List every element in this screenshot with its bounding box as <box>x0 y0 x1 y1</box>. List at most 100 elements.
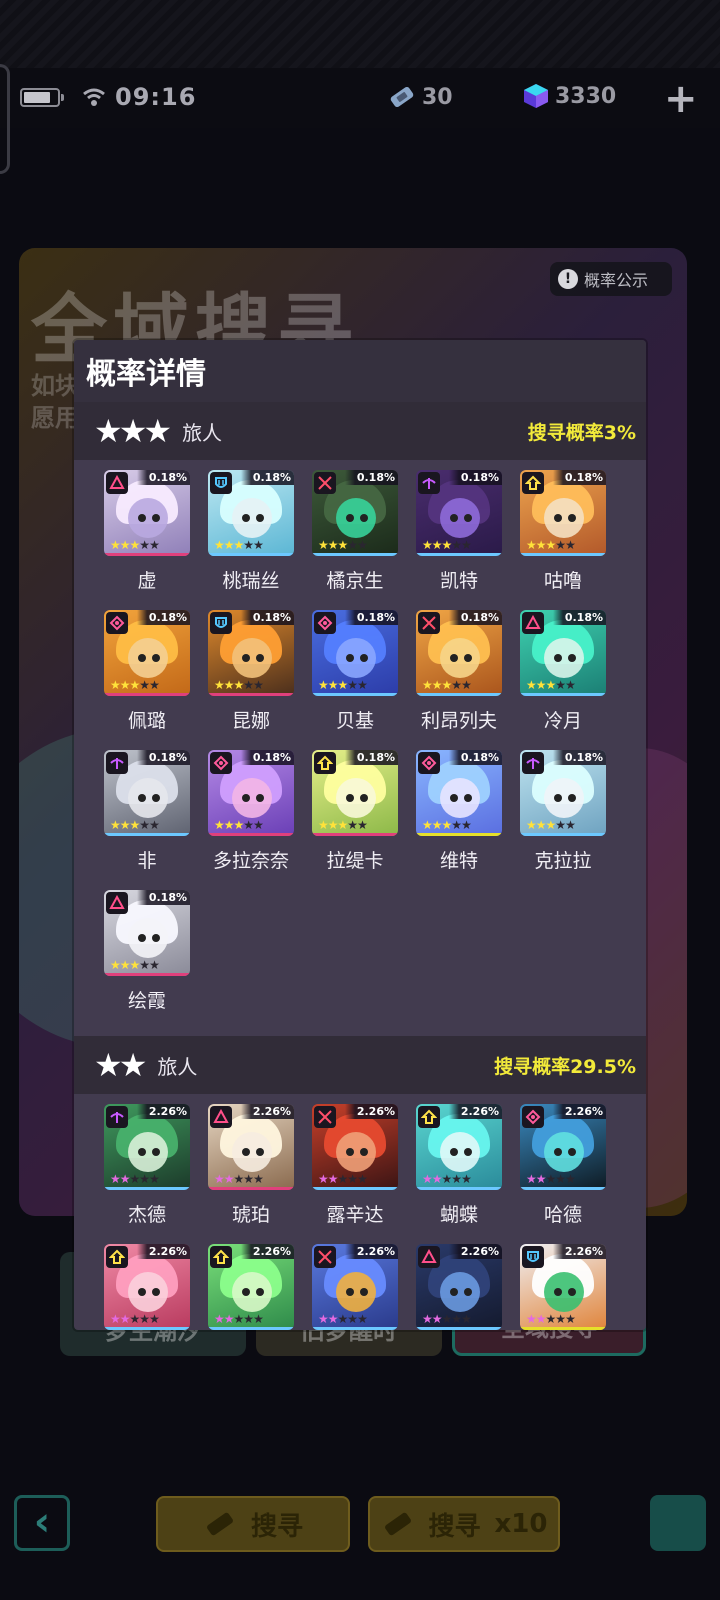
class-icon <box>210 1246 232 1268</box>
portrait-face <box>128 1132 168 1172</box>
character-portrait[interactable]: 0.18% ★★★★★ <box>208 470 294 556</box>
tier-stars: ★★★ <box>94 412 172 450</box>
character-portrait[interactable]: 0.18% ★★★★★ <box>416 750 502 836</box>
character-portrait[interactable]: 2.26% ★★★★★ <box>520 1104 606 1190</box>
clock: 09:16 <box>115 83 197 111</box>
portrait-face <box>544 778 584 818</box>
portrait-eye <box>360 1148 368 1156</box>
rarity-stars: ★★★★★ <box>422 1172 472 1186</box>
rarity-stars: ★★★★★ <box>214 1312 264 1326</box>
character-portrait[interactable]: 2.26% ★★★★★ <box>520 1244 606 1330</box>
character-portrait[interactable]: 0.18% ★★★★★ <box>208 750 294 836</box>
character-cell[interactable]: 2.26% ★★★★★ 琥珀 <box>208 1104 294 1244</box>
character-portrait[interactable]: 0.18% ★★★★★ <box>520 750 606 836</box>
character-portrait[interactable]: 0.18% ★★★★★ <box>104 890 190 976</box>
search-once-button[interactable]: 搜寻 <box>156 1496 350 1552</box>
tier-header: ★★★ 旅人 搜寻概率3% <box>74 402 646 460</box>
character-cell[interactable]: 0.18% ★★★★★ 多拉奈奈 <box>208 750 294 890</box>
class-icon <box>522 1106 544 1128</box>
search-ten-button[interactable]: 搜寻 x10 <box>368 1496 560 1552</box>
character-portrait[interactable]: 0.18% ★★★★★ <box>104 610 190 696</box>
character-portrait[interactable]: 2.26% ★★★★★ <box>104 1104 190 1190</box>
portrait-face <box>336 638 376 678</box>
back-button[interactable]: ‹ <box>14 1495 70 1551</box>
character-cell[interactable]: 2.26% ★★★★★ <box>208 1244 294 1330</box>
character-rate: 0.18% <box>136 610 190 625</box>
character-cell[interactable]: 0.18% ★★★★★ 冷月 <box>520 610 606 750</box>
character-rate: 0.18% <box>552 750 606 765</box>
class-icon <box>314 612 336 634</box>
portrait-eye <box>256 1148 264 1156</box>
portrait-eye <box>138 654 146 662</box>
character-portrait[interactable]: 0.18% ★★★★★ <box>208 610 294 696</box>
character-cell[interactable]: 2.26% ★★★★★ <box>520 1244 606 1330</box>
character-grid: 2.26% ★★★★★ 杰德 2.26% ★★★★★ 琥珀 2.26% ★★★★★ 露辛达 2.2… <box>74 1094 646 1330</box>
character-portrait[interactable]: 2.26% ★★★★★ <box>416 1244 502 1330</box>
character-portrait[interactable]: 0.18% ★★★★★ <box>312 610 398 696</box>
character-portrait[interactable]: 0.18% ★★★★★ <box>104 470 190 556</box>
character-cell[interactable]: 0.18% ★★★★★ 桃瑞丝 <box>208 470 294 610</box>
portrait-face <box>128 1272 168 1312</box>
character-portrait[interactable]: 0.18% ★★★★★ <box>312 750 398 836</box>
add-currency-button[interactable]: + <box>664 76 698 122</box>
portrait-eye <box>346 794 354 802</box>
probability-notice-button[interactable]: ! 概率公示 <box>550 262 672 296</box>
character-cell[interactable]: 0.18% ★★★★★ 贝基 <box>312 610 398 750</box>
character-name: 贝基 <box>335 710 374 732</box>
character-portrait[interactable]: 0.18% ★★★★★ <box>520 610 606 696</box>
portrait-face <box>232 1272 272 1312</box>
class-icon <box>314 1246 336 1268</box>
character-cell[interactable]: 0.18% ★★★★★ 绘霞 <box>104 890 190 1030</box>
portrait-face <box>544 638 584 678</box>
portrait-eye <box>152 654 160 662</box>
character-portrait[interactable]: 2.26% ★★★★★ <box>208 1104 294 1190</box>
portrait-face <box>232 778 272 818</box>
character-cell[interactable]: 2.26% ★★★★★ 哈德 <box>520 1104 606 1244</box>
character-portrait[interactable]: 0.18% ★★★★★ <box>104 750 190 836</box>
character-cell[interactable]: 0.18% ★★★★★ 虚 <box>104 470 190 610</box>
character-cell[interactable]: 2.26% ★★★★★ 杰德 <box>104 1104 190 1244</box>
character-cell[interactable]: 2.26% ★★★★★ <box>416 1244 502 1330</box>
side-bracket <box>0 64 10 174</box>
character-cell[interactable]: 0.18% ★★★★★ 昆娜 <box>208 610 294 750</box>
character-cell[interactable]: 0.18% ★★★★★ 凯特 <box>416 470 502 610</box>
character-cell[interactable]: 2.26% ★★★★★ <box>312 1244 398 1330</box>
character-rate: 2.26% <box>240 1244 294 1259</box>
character-cell[interactable]: 0.18% ★★★★★ 利昂列夫 <box>416 610 502 750</box>
modal-title: 概率详情 <box>86 357 206 392</box>
portrait-bar <box>520 833 606 836</box>
character-portrait[interactable]: 2.26% ★★★★★ <box>312 1104 398 1190</box>
modal-body[interactable]: ★★★ 旅人 搜寻概率3% 0.18% ★★★★★ 虚 0.18% ★★★★★ 桃瑞丝 0.18%… <box>74 402 646 1330</box>
portrait-eye <box>256 1288 264 1296</box>
crystal-currency: 3330 <box>523 83 616 109</box>
portrait-eye <box>464 1288 472 1296</box>
character-cell[interactable]: 2.26% ★★★★★ <box>104 1244 190 1330</box>
rarity-stars: ★★★★★ <box>110 958 160 972</box>
character-portrait[interactable]: 0.18% ★★★★★ <box>416 470 502 556</box>
portrait-eye <box>346 1288 354 1296</box>
rarity-stars: ★★★★★ <box>318 678 368 692</box>
class-icon <box>210 1106 232 1128</box>
character-cell[interactable]: 0.18% ★★★★★ 维特 <box>416 750 502 890</box>
record-button[interactable] <box>650 1495 706 1551</box>
portrait-eye <box>554 654 562 662</box>
character-portrait[interactable]: 0.18% ★★★★★ <box>312 470 398 556</box>
class-icon <box>314 1106 336 1128</box>
character-portrait[interactable]: 2.26% ★★★★★ <box>208 1244 294 1330</box>
character-cell[interactable]: 0.18% ★★★★★ 克拉拉 <box>520 750 606 890</box>
portrait-eye <box>360 654 368 662</box>
character-portrait[interactable]: 0.18% ★★★★★ <box>520 470 606 556</box>
character-cell[interactable]: 0.18% ★★★★★ 咕噜 <box>520 470 606 610</box>
class-icon <box>522 752 544 774</box>
character-name: 利昂列夫 <box>420 710 497 732</box>
character-portrait[interactable]: 2.26% ★★★★★ <box>104 1244 190 1330</box>
character-cell[interactable]: 0.18% ★★★★★ 非 <box>104 750 190 890</box>
character-cell[interactable]: 0.18% ★★★★★ 佩璐 <box>104 610 190 750</box>
character-portrait[interactable]: 2.26% ★★★★★ <box>416 1104 502 1190</box>
character-cell[interactable]: 2.26% ★★★★★ 露辛达 <box>312 1104 398 1244</box>
character-cell[interactable]: 0.18% ★★★★★ 拉缇卡 <box>312 750 398 890</box>
character-portrait[interactable]: 2.26% ★★★★★ <box>312 1244 398 1330</box>
character-cell[interactable]: 2.26% ★★★★★ 蝴蝶 <box>416 1104 502 1244</box>
character-cell[interactable]: 0.18% ★★★★★ 橘京生 <box>312 470 398 610</box>
character-portrait[interactable]: 0.18% ★★★★★ <box>416 610 502 696</box>
